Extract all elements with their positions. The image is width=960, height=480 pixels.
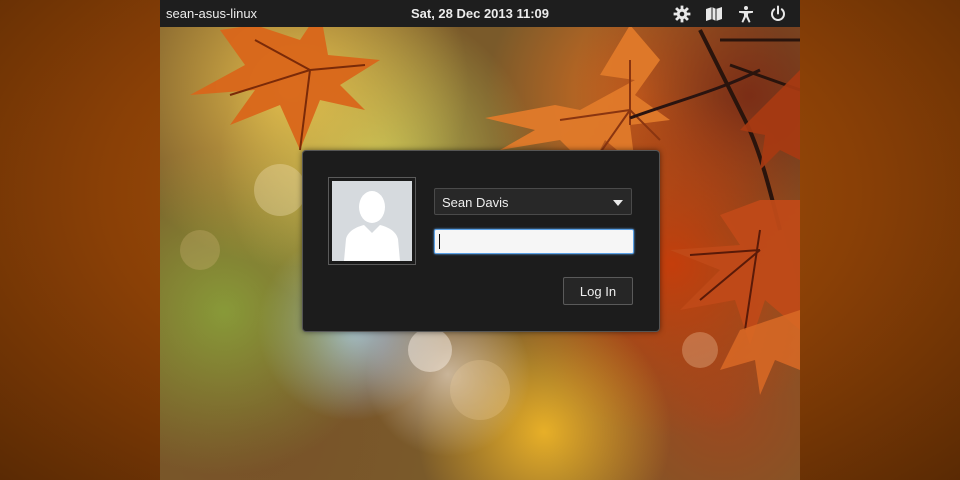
power-button[interactable] <box>762 3 794 24</box>
maple-leaf <box>190 10 380 151</box>
clock-label: Sat, 28 Dec 2013 11:09 <box>410 6 550 21</box>
login-dialog: Sean Davis Log In <box>302 150 660 332</box>
user-avatar <box>328 177 416 265</box>
top-panel: sean-asus-linux Sat, 28 Dec 2013 11:09 <box>160 0 800 27</box>
text-cursor <box>439 234 440 249</box>
default-user-icon <box>344 191 400 261</box>
user-selector[interactable]: Sean Davis <box>434 188 632 215</box>
chevron-down-icon <box>613 200 623 206</box>
keyboard-layout-icon <box>706 6 722 21</box>
session-settings-button[interactable] <box>666 3 698 24</box>
gear-icon <box>673 5 691 22</box>
power-icon <box>771 5 785 21</box>
keyboard-layout-button[interactable] <box>698 3 730 24</box>
avatar-frame <box>332 181 412 261</box>
maple-leaf <box>740 70 800 170</box>
accessibility-icon <box>739 5 753 23</box>
login-button[interactable]: Log In <box>563 277 633 305</box>
maple-leaf <box>720 310 800 395</box>
indicator-tray <box>666 3 794 24</box>
selected-user-label: Sean Davis <box>442 195 509 210</box>
accessibility-button[interactable] <box>730 3 762 24</box>
password-input[interactable] <box>434 229 634 254</box>
maple-leaf <box>485 25 761 170</box>
